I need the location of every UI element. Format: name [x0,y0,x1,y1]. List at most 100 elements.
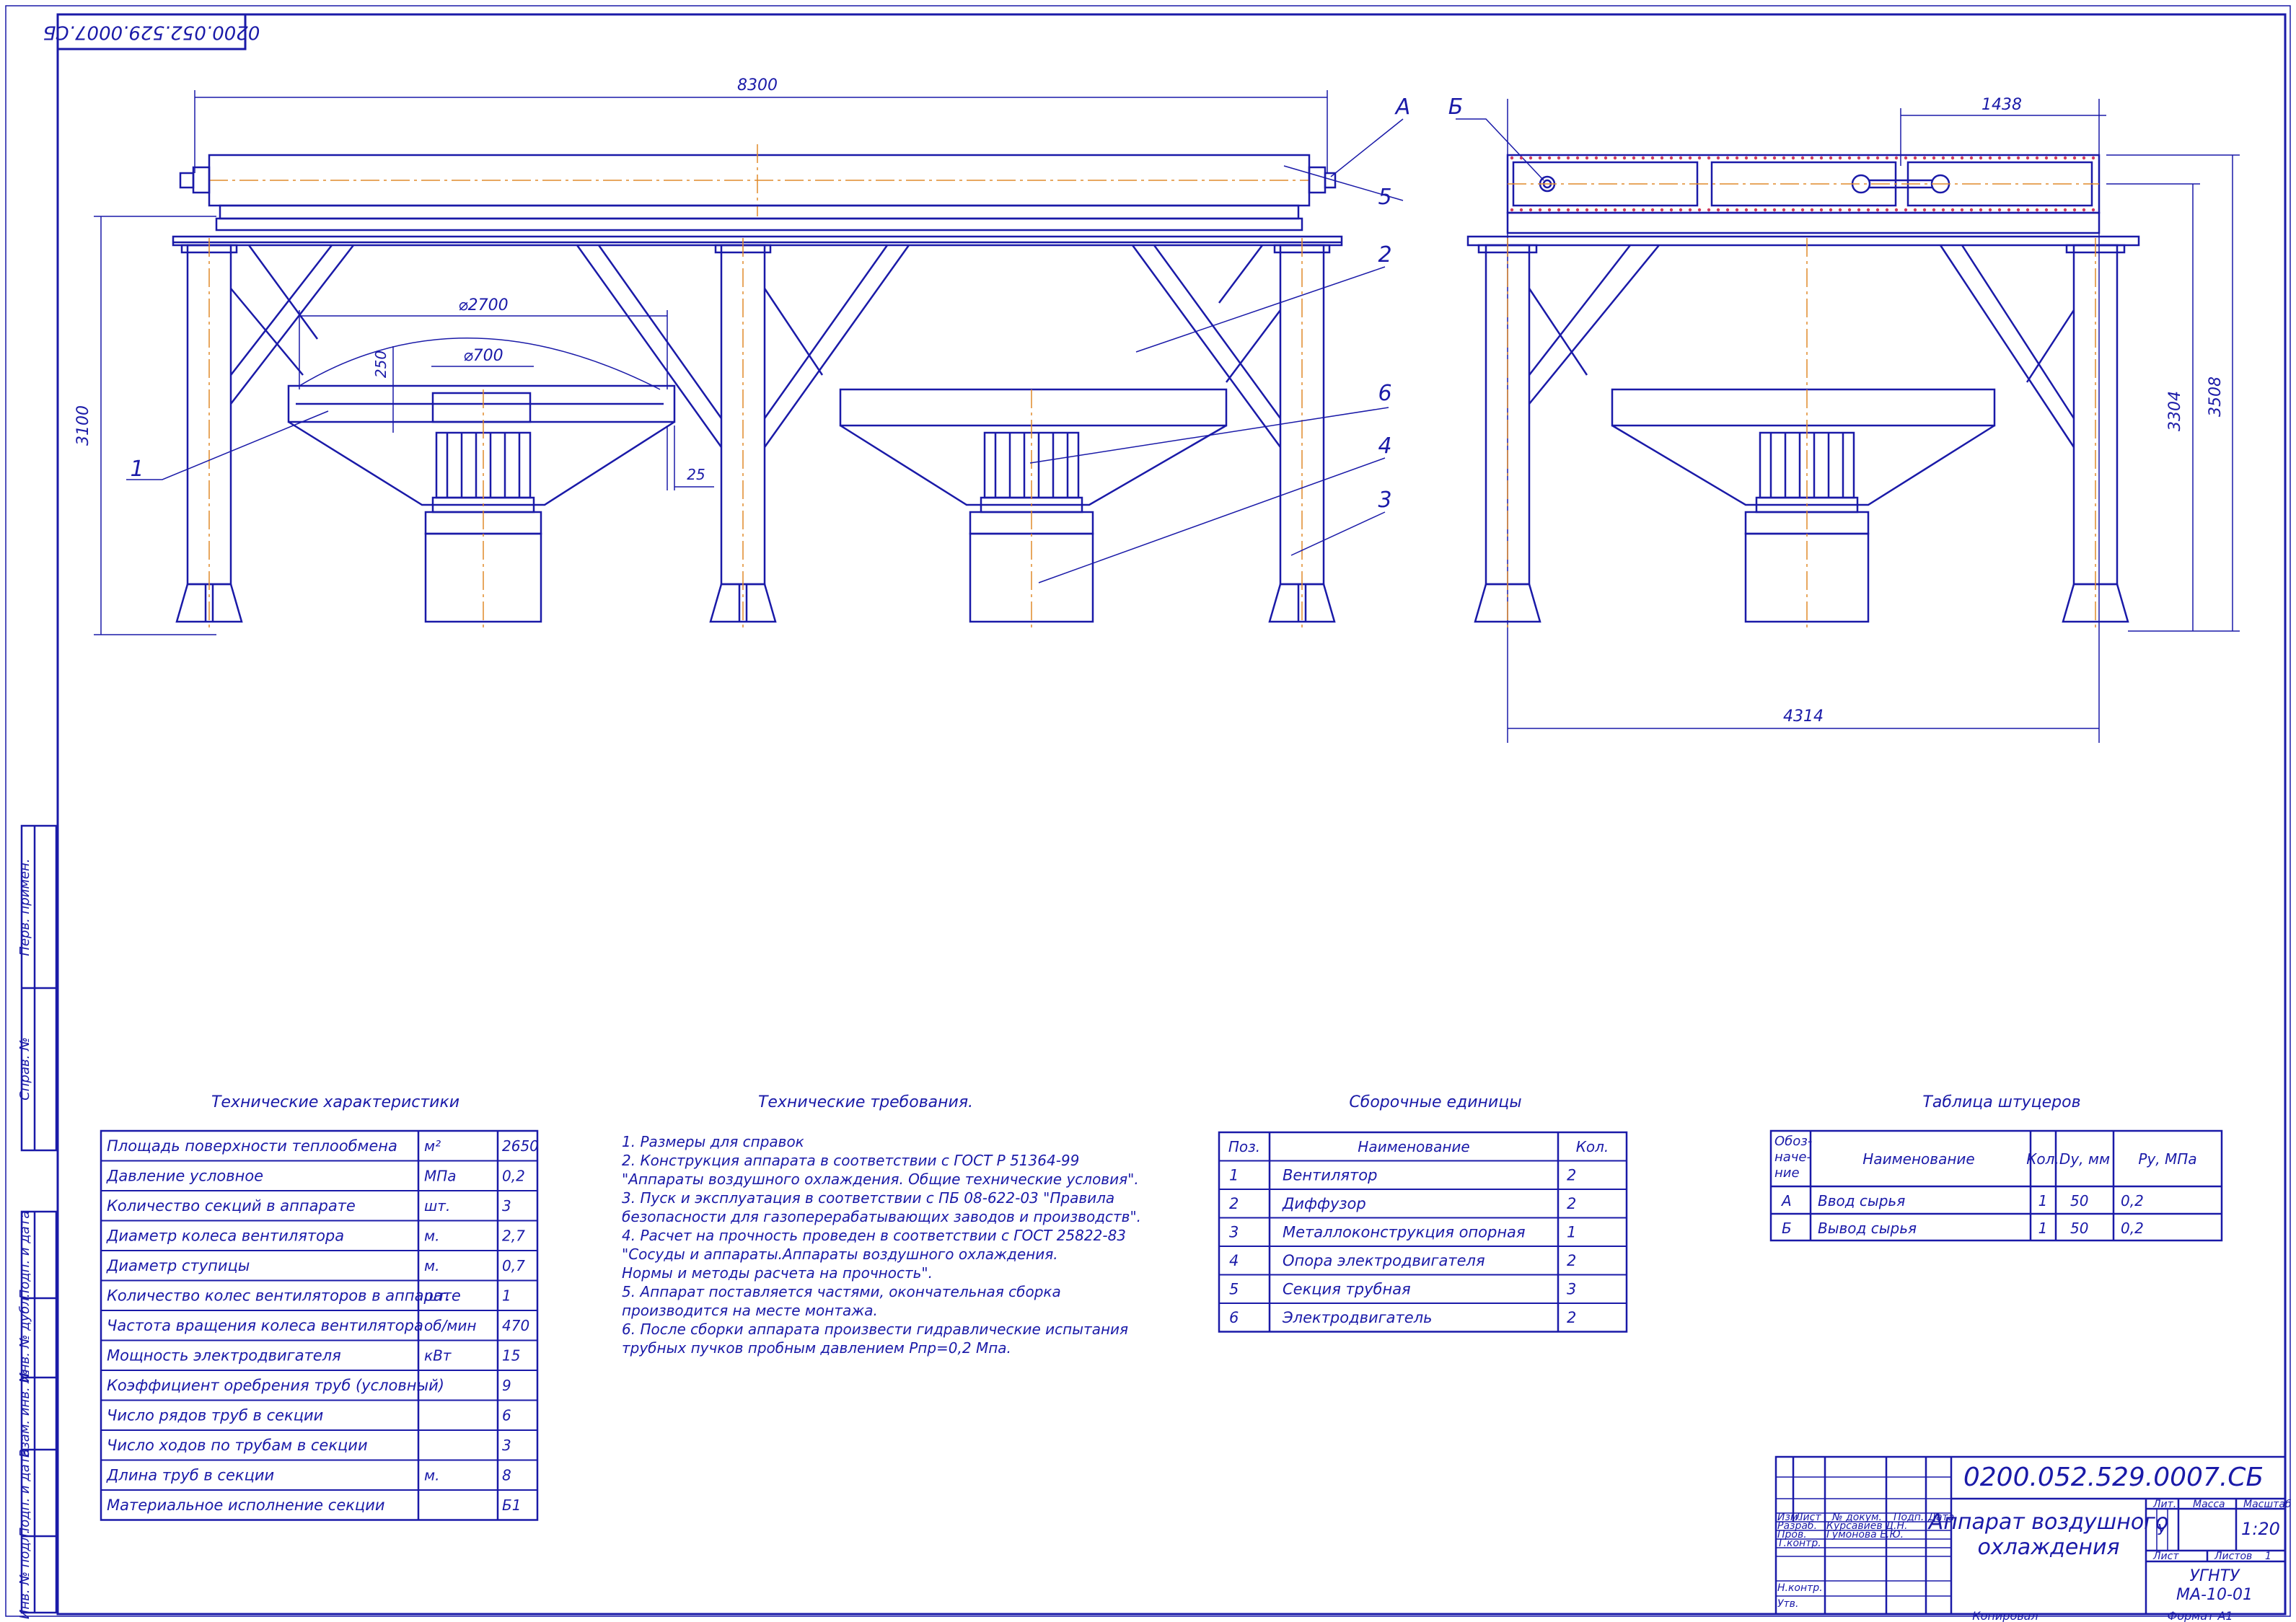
tech-char-param: Мощность электродвигателя [107,1347,341,1365]
bolt-dot [1847,208,1852,212]
side-view [1456,99,2240,743]
stamp-podp2: Подп. и дата [17,1449,32,1538]
nozzle-row-a-name: Ввод сырья [1818,1192,1905,1209]
bolt-dot [1969,156,1974,160]
nozzle-h-p: Pу, МПа [2138,1150,2196,1168]
bolt-dot [1697,156,1702,160]
bolt-dot [1660,156,1664,160]
tech-char-unit: МПа [424,1168,457,1185]
bolt-dot [1922,156,1927,160]
bolt-dot [1800,156,1805,160]
bolt-dot [1641,156,1645,160]
tech-char-unit: м. [424,1257,439,1274]
nozzle-row-b-desig: Б [1782,1220,1792,1237]
title-line2: охлаждения [1977,1535,2119,1560]
front-dimensions [94,90,1328,635]
tech-req-line: Нормы и методы расчета на прочность". [622,1264,933,1282]
bolt-dot [2082,208,2086,212]
bolt-dot [1904,208,1908,212]
bolt-dot [1725,156,1730,160]
bolt-dot [1641,208,1645,212]
bolt-dot [1688,156,1692,160]
tech-char-unit: об/мин [424,1317,476,1334]
front-view [172,144,1343,627]
bolt-dot [1763,208,1767,212]
tech-char-value: 3 [502,1197,511,1215]
bolt-dot [1913,208,1917,212]
tech-req-line: трубных пучков пробным давлением Pпр=0,2… [622,1339,1011,1357]
format-label: Формат А1 [2167,1609,2233,1622]
role-tk: Т.контр. [1777,1538,1821,1549]
bolt-dot [1557,208,1561,212]
bolt-dot [1866,208,1870,212]
tech-char-value: 1 [502,1287,511,1305]
bolt-dot [1566,156,1570,160]
bolt-dot [1547,156,1552,160]
assembly-title: Сборочные единицы [1349,1093,1521,1111]
bolt-dot [2026,156,2030,160]
bolt-dot [1829,208,1833,212]
tech-char-param: Давление условное [106,1168,263,1185]
hdr-scale: Масштаб [2243,1499,2292,1510]
bolt-dot [1679,208,1683,212]
nozzles-title: Таблица штуцеров [1922,1093,2080,1111]
bolt-dot [1932,208,1936,212]
bolt-dot [1772,156,1777,160]
bolt-dot [1997,208,2002,212]
dim-250: 250 [372,351,390,378]
bolt-dot [2063,156,2067,160]
bolt-dot [1932,156,1936,160]
bolt-dot [1716,156,1720,160]
rotated-code-box: 0200.052.529.0007.СБ [43,13,260,50]
bolt-dot [1800,208,1805,212]
tech-char-value: 0,2 [502,1168,525,1185]
tech-req-line: 4. Расчет на прочность проведен в соотве… [622,1227,1126,1244]
assembly-header-qty: Кол. [1576,1138,1609,1155]
tech-char-unit: кВт [424,1347,452,1365]
tech-req-title: Технические требования. [758,1093,973,1111]
bolt-dot [1979,156,1983,160]
scale-value: 1:20 [2241,1519,2280,1539]
bolt-dot [1557,156,1561,160]
tech-char-title: Технические характеристики [211,1093,459,1111]
tech-char-param: Количество секций в аппарате [107,1197,356,1215]
bolt-dot [1782,208,1786,212]
bolt-dot [1744,208,1749,212]
assembly-qty: 2 [1567,1167,1576,1184]
dim-25: 25 [687,466,705,483]
bolt-dot [1735,208,1739,212]
bolt-dot [1829,156,1833,160]
bolt-dot [2007,156,2011,160]
bolt-dot [1866,156,1870,160]
bolt-dot [2035,208,2039,212]
nozzle-h-desig2: наче- [1774,1150,1811,1165]
pos-2: 2 [1378,242,1391,268]
bolt-dot [1594,156,1598,160]
bolt-dot [1566,208,1570,212]
bolt-dot [1604,156,1608,160]
bolt-dot [1904,156,1908,160]
bolt-dot [2072,208,2077,212]
nozzle-row-a-desig: А [1780,1192,1792,1209]
bolt-dot [1594,208,1598,212]
tech-char-value: 8 [502,1467,511,1484]
title-code: 0200.052.529.0007.СБ [1963,1463,2264,1492]
role-nk: Н.контр. [1777,1582,1823,1594]
assembly-pos: 1 [1229,1167,1239,1184]
bolt-dot [1979,208,1983,212]
stamp-dubl: Инв. № дубл. [17,1293,32,1382]
bolt-dot [1810,156,1814,160]
bolt-dot [1791,156,1795,160]
bolt-dot [2091,208,2095,212]
stamp-sprav: Справ. № [17,1037,32,1101]
nozzle-h-dn: Dу, мм [2059,1150,2110,1168]
bolt-dot [1510,156,1514,160]
bolt-dot [2091,156,2095,160]
bolt-dot [1697,208,1702,212]
bolt-dot [1997,156,2002,160]
tech-char-param: Диаметр колеса вентилятора [106,1227,344,1245]
tech-char-value: 0,7 [502,1257,525,1274]
stamp-vzam: Взам. инв. № [17,1370,32,1458]
assembly-name: Секция трубная [1283,1281,1411,1298]
name-check: Гумонова Е.Ю. [1826,1529,1904,1541]
